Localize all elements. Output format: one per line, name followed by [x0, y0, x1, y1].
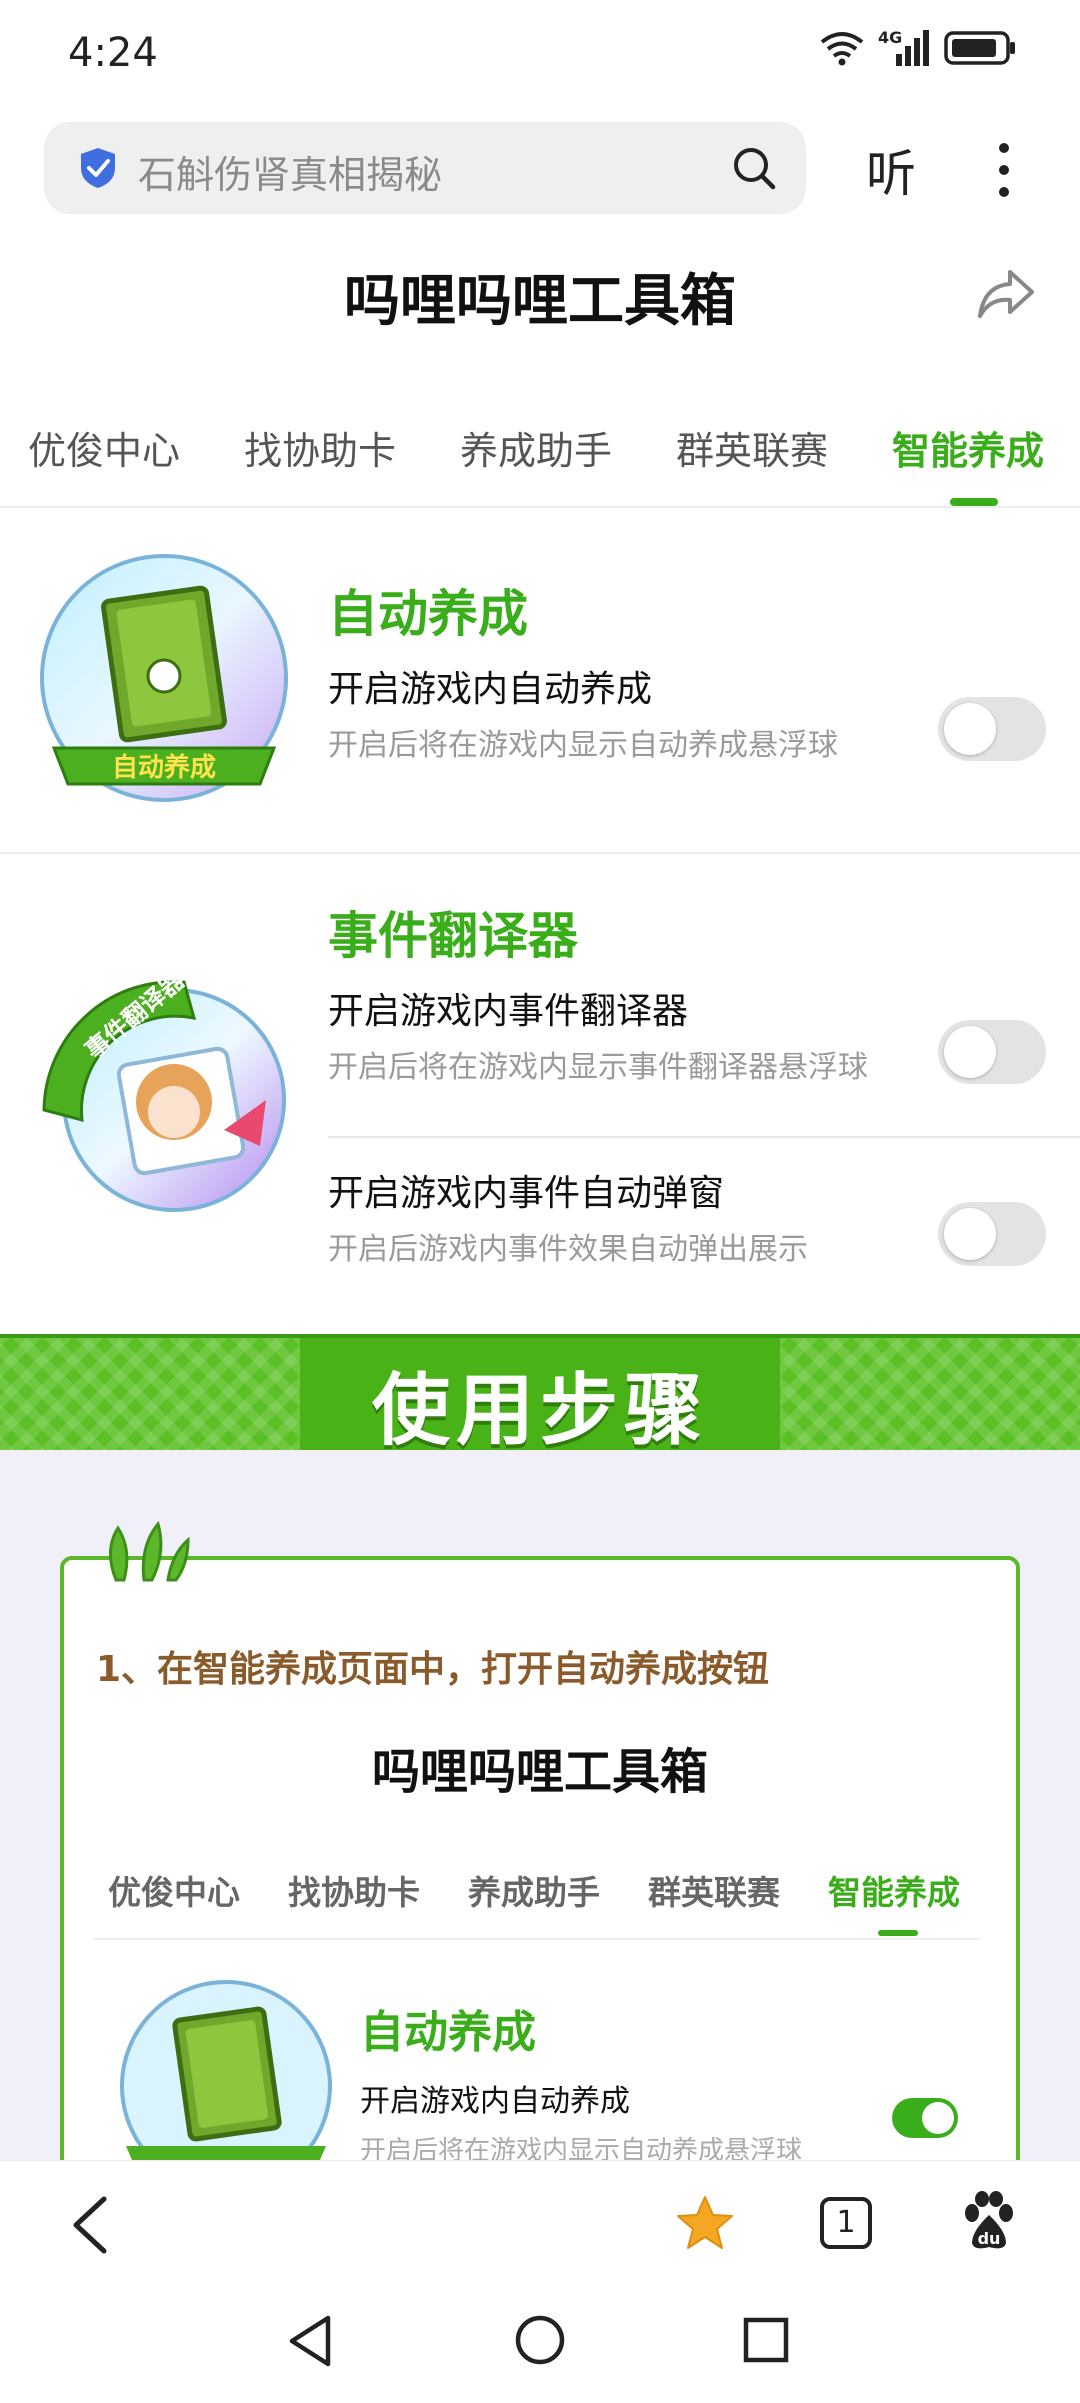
usage-steps-banner: 使用步骤 [0, 1334, 1080, 1456]
baidu-paw-icon[interactable]: du [962, 2191, 1016, 2253]
preview-title: 吗哩吗哩工具箱 [371, 1744, 708, 1800]
event-translator-title: 事件翻译器 [328, 907, 578, 965]
browser-toolbar: 1 du [0, 2160, 1080, 2281]
tab-league[interactable]: 群英联赛 [676, 420, 828, 475]
toggle-knob [944, 1026, 996, 1078]
auto-train-badge-label: 自动养成 [112, 752, 216, 783]
auto-train-title: 自动养成 [328, 585, 528, 643]
auto-train-badge-icon: 自动养成 [40, 554, 288, 802]
status-bar: 4:24 4G [0, 0, 1080, 110]
cellular-signal-icon: 4G [878, 28, 930, 66]
event-translator-row-subtitle: 开启后将在游戏内显示事件翻译器悬浮球 [328, 1050, 868, 1085]
event-translator-row-title: 开启游戏内事件翻译器 [328, 991, 689, 1032]
status-time: 4:24 [68, 30, 158, 76]
active-tab-indicator [950, 498, 998, 506]
event-popup-row-title: 开启游戏内事件自动弹窗 [328, 1173, 725, 1214]
more-menu-icon[interactable] [990, 140, 1018, 200]
carrot-leaf-icon [109, 1520, 190, 1582]
step-1-text: 1、在智能养成页面中，打开自动养成按钮 [96, 1649, 770, 1690]
tab-smart-training[interactable]: 智能养成 [892, 420, 1044, 475]
preview-tab: 优俊中心 [108, 1873, 240, 1912]
back-arrow-icon[interactable] [68, 2195, 112, 2255]
section-divider [0, 852, 1080, 854]
nav-recents-icon[interactable] [742, 2316, 790, 2364]
favorite-star-icon[interactable] [676, 2195, 734, 2251]
preview-divider [94, 1938, 980, 1940]
tabs-switcher-button[interactable]: 1 [820, 2197, 872, 2249]
tab-excellent-center[interactable]: 优俊中心 [28, 420, 180, 475]
preview-tab: 群英联赛 [648, 1873, 780, 1912]
svg-text:du: du [978, 2229, 1001, 2248]
event-translator-badge-icon: 事件翻译器 [42, 965, 286, 1212]
nav-back-icon[interactable] [286, 2314, 334, 2368]
nav-home-icon[interactable] [514, 2314, 566, 2366]
preview-feature-title: 自动养成 [360, 2007, 536, 2058]
category-tabs: 优俊中心 找协助卡 养成助手 群英联赛 智能养成 [0, 410, 1080, 506]
share-icon[interactable] [976, 268, 1036, 320]
search-icon[interactable] [730, 144, 778, 192]
event-popup-toggle[interactable] [938, 1202, 1046, 1266]
preview-row-title: 开启游戏内自动养成 [360, 2084, 630, 2119]
auto-train-row-subtitle: 开启后将在游戏内显示自动养成悬浮球 [328, 728, 838, 763]
row-divider [328, 1136, 1080, 1138]
toggle-knob [944, 1208, 996, 1260]
preview-auto-train-badge-icon [120, 1980, 332, 2160]
tab-count: 1 [836, 2205, 856, 2240]
tabs-divider [0, 506, 1080, 508]
preview-toggle-on [892, 2098, 958, 2138]
tab-training-assistant[interactable]: 养成助手 [460, 420, 612, 475]
wifi-icon [820, 32, 864, 66]
search-bar[interactable]: 石斛伤肾真相揭秘 [44, 122, 806, 214]
usage-steps-title: 使用步骤 [371, 1366, 708, 1456]
battery-icon [944, 31, 1015, 65]
shield-check-icon [81, 148, 115, 188]
system-navigation-bar [0, 2280, 1080, 2403]
preview-tab-indicator [878, 1930, 918, 1936]
auto-train-row-title: 开启游戏内自动养成 [328, 669, 653, 710]
tab-find-support-card[interactable]: 找协助卡 [244, 420, 396, 475]
search-input[interactable]: 石斛伤肾真相揭秘 [138, 144, 442, 199]
toggle-knob [944, 703, 996, 755]
preview-tab: 找协助卡 [288, 1873, 420, 1912]
status-icons: 4G [820, 28, 1016, 66]
preview-tab-active: 智能养成 [828, 1873, 960, 1912]
event-popup-row-subtitle: 开启后游戏内事件效果自动弹出展示 [328, 1232, 808, 1267]
page-title: 吗哩吗哩工具箱 [344, 269, 736, 334]
auto-train-toggle[interactable] [938, 697, 1046, 761]
preview-tab: 养成助手 [468, 1873, 600, 1912]
event-translator-toggle[interactable] [938, 1020, 1046, 1084]
listen-button[interactable]: 听 [866, 134, 916, 206]
toggle-knob [922, 2102, 954, 2134]
